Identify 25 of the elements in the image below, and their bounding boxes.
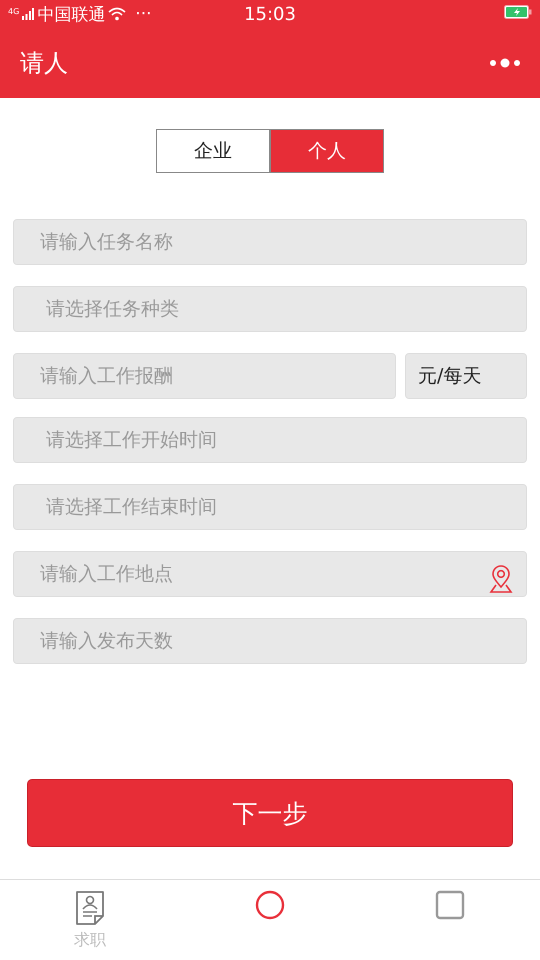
- circle-icon[interactable]: [255, 890, 285, 920]
- input-field[interactable]: 请输入工作地点: [13, 551, 527, 597]
- tab-label[interactable]: 求职: [74, 930, 106, 951]
- select-field[interactable]: 请选择任务种类: [13, 286, 527, 332]
- segment-tab[interactable]: 企业: [156, 129, 270, 173]
- next-step-button[interactable]: 下一步: [27, 779, 513, 847]
- carrier-label: 中国联通: [37, 4, 106, 26]
- more-label: ···: [135, 4, 152, 24]
- clock-time: 15:03: [244, 4, 296, 24]
- select-field[interactable]: 请选择工作开始时间: [13, 417, 527, 463]
- page-title: 请人: [20, 48, 68, 79]
- battery-icon: [504, 5, 532, 19]
- square-icon[interactable]: [435, 890, 465, 920]
- location-pin-icon[interactable]: [488, 564, 514, 594]
- wifi-icon: [108, 7, 126, 21]
- input-field[interactable]: 请输入工作报酬: [13, 353, 396, 399]
- segment-tab[interactable]: 个人: [270, 129, 384, 173]
- network-label: 4G: [8, 6, 20, 16]
- signal-icon: [22, 8, 34, 20]
- more-icon[interactable]: [490, 57, 520, 69]
- unit-selector[interactable]: 元/每天: [405, 353, 527, 399]
- select-field[interactable]: 请选择工作结束时间: [13, 484, 527, 530]
- input-field[interactable]: 请输入发布天数: [13, 618, 527, 664]
- input-field[interactable]: 请输入任务名称: [13, 219, 527, 265]
- document-person-icon[interactable]: [74, 890, 106, 926]
